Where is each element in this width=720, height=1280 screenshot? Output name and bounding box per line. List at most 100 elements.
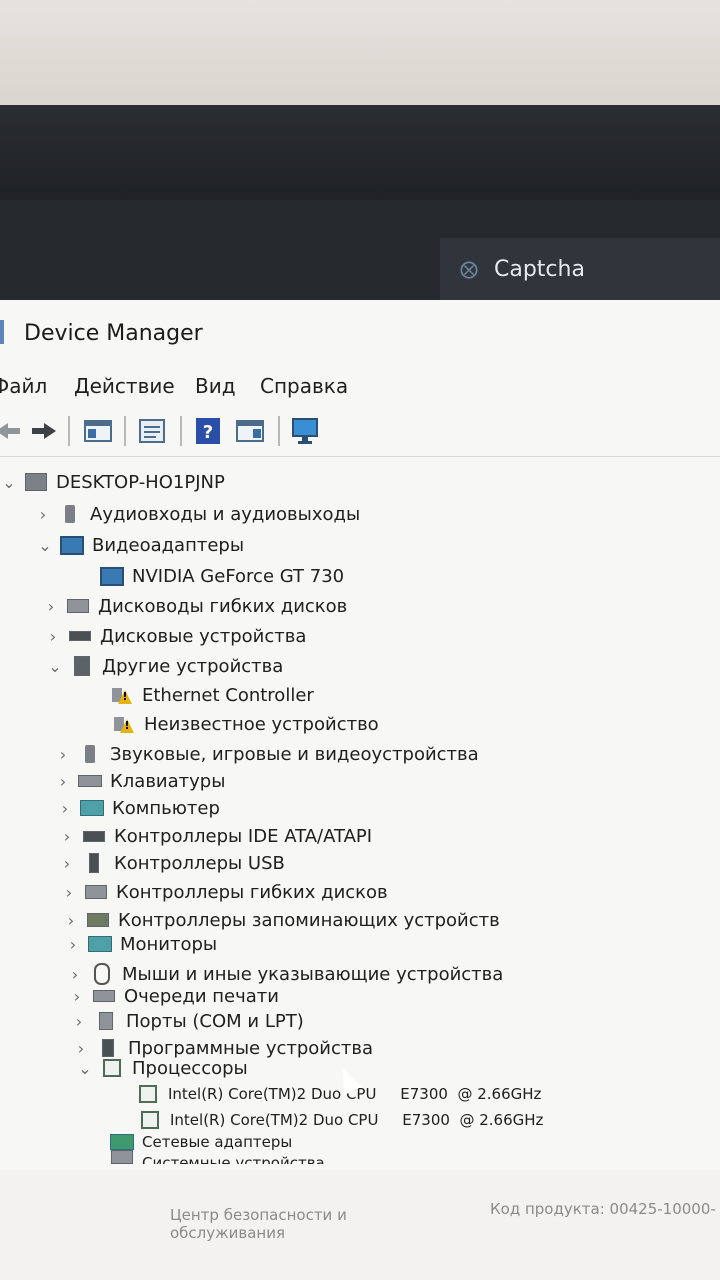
show-hide-tree-icon[interactable] xyxy=(82,416,114,446)
toolbar-separator xyxy=(180,416,182,446)
tree-item-cpu-1[interactable]: Intel(R) Core(TM)2 Duo CPU E7300 @ 2.66G… xyxy=(112,1080,541,1108)
properties-icon[interactable] xyxy=(136,416,168,446)
tree-item-label: Аудиовходы и аудиовыходы xyxy=(90,503,361,525)
tree-item-display-adapters[interactable]: ⌄ Видеоадаптеры xyxy=(36,531,244,559)
tree-item-label: Дисковые устройства xyxy=(100,625,307,647)
tree-item-keyboards[interactable]: › Клавиатуры xyxy=(54,767,226,795)
chevron-down-icon[interactable]: ⌄ xyxy=(36,536,54,555)
warning-device-icon xyxy=(112,714,136,734)
tree-item-unknown-device[interactable]: Неизвестное устройство xyxy=(88,710,379,738)
chevron-right-icon[interactable]: › xyxy=(54,772,72,791)
chevron-right-icon[interactable]: › xyxy=(54,745,72,764)
tree-item-print-queues[interactable]: › Очереди печати xyxy=(68,982,279,1010)
computer-icon xyxy=(80,798,104,818)
chevron-down-icon[interactable]: ⌄ xyxy=(0,473,18,492)
display-adapter-icon xyxy=(100,566,124,586)
tree-item-processors[interactable]: ⌄ Процессоры xyxy=(76,1054,247,1082)
processor-icon xyxy=(136,1084,160,1104)
device-tree: ⌄ DESKTOP-HO1PJNP › Аудиовходы и аудиовы… xyxy=(0,460,720,1170)
tree-item-label: Мониторы xyxy=(120,933,218,955)
computer-icon xyxy=(24,472,48,492)
tree-item-label: NVIDIA GeForce GT 730 xyxy=(132,565,345,587)
chevron-right-icon[interactable]: › xyxy=(66,965,84,984)
tree-item-label: Ethernet Controller xyxy=(142,684,314,706)
printer-icon xyxy=(92,986,116,1006)
port-icon xyxy=(94,1011,118,1031)
tree-item-sound-devices[interactable]: › Звуковые, игровые и видеоустройства xyxy=(54,740,479,768)
tree-item-floppy-drives[interactable]: › Дисководы гибких дисков xyxy=(42,592,347,620)
action-pane-icon[interactable] xyxy=(234,416,266,446)
captcha-tab-title: Captcha xyxy=(494,256,585,282)
chevron-right-icon[interactable]: › xyxy=(58,827,76,846)
scan-hardware-icon[interactable] xyxy=(290,416,322,446)
tree-item-label: Другие устройства xyxy=(102,655,284,677)
device-manager-app-icon xyxy=(0,320,4,344)
toolbar: ? xyxy=(0,406,720,457)
chevron-right-icon[interactable]: › xyxy=(44,627,62,646)
chevron-right-icon[interactable]: › xyxy=(60,883,78,902)
window-title: Device Manager xyxy=(24,320,203,346)
tree-item-floppy-controllers[interactable]: › Контроллеры гибких дисков xyxy=(60,878,388,906)
chevron-right-icon[interactable]: › xyxy=(34,505,52,524)
system-device-icon xyxy=(110,1150,134,1164)
chevron-right-icon[interactable]: › xyxy=(42,597,60,616)
tree-item-label: Intel(R) Core(TM)2 Duo CPU E7300 @ 2.66G… xyxy=(170,1111,544,1129)
tree-item-ethernet-controller[interactable]: Ethernet Controller xyxy=(86,681,314,709)
tree-item-label: Клавиатуры xyxy=(110,770,226,792)
menu-file[interactable]: Файл xyxy=(0,374,47,398)
tree-item-ide-controllers[interactable]: › Контроллеры IDE ATA/ATAPI xyxy=(58,822,372,850)
chevron-right-icon[interactable]: › xyxy=(56,799,74,818)
chevron-right-icon[interactable]: › xyxy=(70,1012,88,1031)
chevron-right-icon[interactable]: › xyxy=(68,987,86,1006)
background-window: Центр безопасности и обслуживания Код пр… xyxy=(0,1170,720,1280)
back-icon[interactable] xyxy=(0,416,24,446)
toolbar-separator xyxy=(124,416,126,446)
processor-icon xyxy=(100,1058,124,1078)
svg-text:?: ? xyxy=(203,422,213,443)
menu-help[interactable]: Справка xyxy=(260,374,348,398)
tree-item-disk-drives[interactable]: › Дисковые устройства xyxy=(44,622,307,650)
tree-root-row[interactable]: ⌄ DESKTOP-HO1PJNP xyxy=(0,468,225,496)
chevron-down-icon[interactable]: ⌄ xyxy=(76,1059,94,1078)
security-center-text-line1: Центр безопасности и xyxy=(170,1206,347,1224)
forward-icon[interactable] xyxy=(28,416,60,446)
tree-item-label: Контроллеры USB xyxy=(114,852,285,874)
tree-root-label: DESKTOP-HO1PJNP xyxy=(56,471,225,493)
tree-item-other-devices[interactable]: ⌄ Другие устройства xyxy=(46,652,283,680)
security-center-text-line2: обслуживания xyxy=(170,1224,286,1242)
menu-action[interactable]: Действие xyxy=(74,374,175,398)
tree-item-label: Контроллеры IDE ATA/ATAPI xyxy=(114,825,373,847)
storage-controller-icon xyxy=(86,910,110,930)
captcha-icon: ⨂ xyxy=(460,259,478,280)
tree-item-computer[interactable]: › Компьютер xyxy=(56,794,220,822)
tree-item-label: Видеоадаптеры xyxy=(92,534,245,556)
tree-item-usb-controllers[interactable]: › Контроллеры USB xyxy=(58,849,285,877)
menu-view[interactable]: Вид xyxy=(195,374,236,398)
chevron-down-icon[interactable]: ⌄ xyxy=(46,657,64,676)
tree-item-label: Системные устройства xyxy=(142,1154,325,1164)
help-icon[interactable]: ? xyxy=(192,416,224,446)
chevron-right-icon[interactable]: › xyxy=(62,911,80,930)
wall-background xyxy=(0,0,720,110)
tree-item-audio-io[interactable]: › Аудиовходы и аудиовыходы xyxy=(34,500,360,528)
floppy-controller-icon xyxy=(84,882,108,902)
tree-item-nvidia-gpu[interactable]: NVIDIA GeForce GT 730 xyxy=(76,562,344,590)
tree-item-system-devices[interactable]: Системные устройства xyxy=(86,1150,325,1164)
tree-item-label: Контроллеры запоминающих устройств xyxy=(118,909,500,931)
tree-item-label: Звуковые, игровые и видеоустройства xyxy=(110,743,479,765)
disk-drive-icon xyxy=(68,626,92,646)
mouse-icon xyxy=(90,963,114,985)
ide-controller-icon xyxy=(82,826,106,846)
toolbar-separator xyxy=(278,416,280,446)
usb-icon xyxy=(82,853,106,873)
tree-item-label: Порты (COM и LPT) xyxy=(126,1010,304,1032)
chevron-right-icon[interactable]: › xyxy=(58,854,76,873)
tree-item-label: Сетевые адаптеры xyxy=(142,1133,293,1151)
tree-item-ports[interactable]: › Порты (COM и LPT) xyxy=(70,1007,304,1035)
keyboard-icon xyxy=(78,771,102,791)
captcha-window-tab[interactable]: ⨂ Captcha xyxy=(440,238,720,300)
monitor-icon xyxy=(88,934,112,954)
chevron-right-icon[interactable]: › xyxy=(64,935,82,954)
tree-item-monitors[interactable]: › Мониторы xyxy=(64,930,217,958)
floppy-drive-icon xyxy=(66,596,90,616)
